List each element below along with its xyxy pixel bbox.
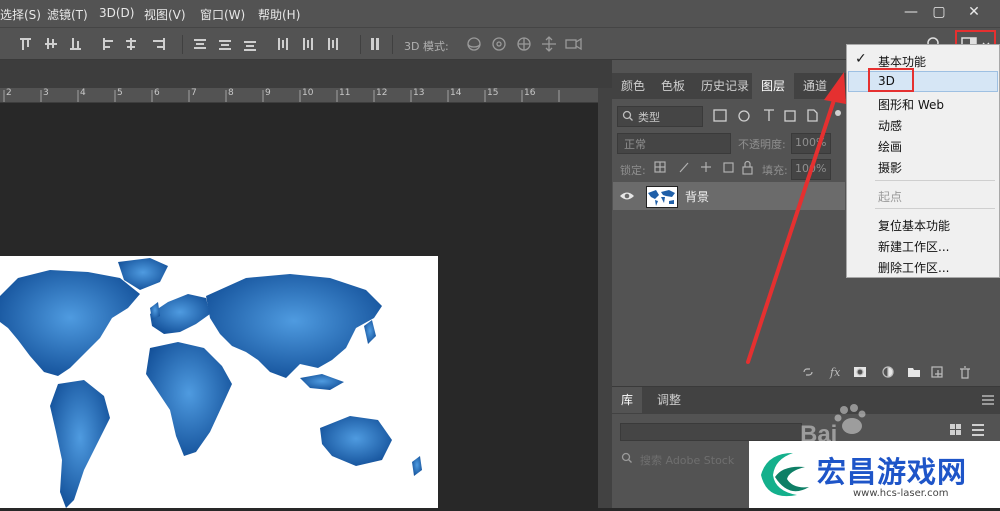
- align-icons[interactable]: [0, 28, 460, 60]
- menu-help[interactable]: 帮助(H): [258, 6, 300, 23]
- checkmark-icon: ✓: [855, 51, 867, 67]
- layer-thumbnail: [646, 186, 678, 208]
- view-toggle-icons[interactable]: [948, 422, 988, 438]
- ruler-label: 7: [191, 88, 197, 98]
- eye-icon[interactable]: [619, 190, 635, 202]
- tab-libraries[interactable]: 库: [612, 387, 643, 413]
- menu-select[interactable]: 选择(S): [0, 6, 41, 23]
- blend-mode-select[interactable]: 正常: [617, 133, 731, 154]
- search-icon: [621, 452, 632, 463]
- close-icon[interactable]: ✕: [961, 2, 987, 22]
- ruler-label: 6: [154, 88, 160, 98]
- menu-window[interactable]: 窗口(W): [200, 6, 245, 23]
- world-map-image: [0, 258, 422, 508]
- ruler-label: 5: [117, 88, 123, 98]
- minimize-icon[interactable]: —: [898, 2, 924, 22]
- menu-item-delete-workspace[interactable]: 删除工作区...: [878, 259, 949, 276]
- menu-3d-highlight-box: [868, 68, 914, 92]
- tab-adjustments[interactable]: 调整: [648, 387, 690, 413]
- separator: [182, 35, 183, 54]
- menu-item-graphic-web[interactable]: 图形和 Web: [878, 96, 944, 113]
- lock-icons[interactable]: [654, 160, 754, 176]
- menu-item-motion[interactable]: 动感: [878, 117, 902, 134]
- menu-item-new-workspace[interactable]: 新建工作区...: [878, 238, 949, 255]
- baidu-watermark: Bai: [800, 404, 940, 448]
- menubar: 选择(S) 滤镜(T) 3D(D) 视图(V) 窗口(W) 帮助(H) — ▢ …: [0, 0, 1000, 27]
- stock-search-input[interactable]: 搜索 Adobe Stock: [640, 452, 734, 468]
- site-logo-icon: [761, 453, 809, 497]
- ruler-label: 12: [376, 88, 388, 98]
- layer-thumbnail-map: [648, 190, 675, 206]
- layer-filter-select[interactable]: 类型: [617, 106, 703, 127]
- ruler-label: 15: [487, 88, 499, 98]
- ruler-label: 4: [80, 88, 86, 98]
- tab-swatches[interactable]: 色板: [652, 73, 694, 99]
- search-icon: [622, 110, 633, 121]
- layer-name: 背景: [685, 190, 710, 204]
- ruler-label: 3: [43, 88, 49, 98]
- site-url: www.hcs-laser.com: [853, 488, 949, 499]
- document-tab-strip: [0, 60, 612, 88]
- menu-item-reset[interactable]: 复位基本功能: [878, 217, 950, 234]
- separator: [392, 35, 393, 54]
- 3d-mode-label: 3D 模式:: [404, 40, 449, 53]
- ruler-label: 2: [6, 88, 12, 98]
- ruler-label: 10: [302, 88, 314, 98]
- lock-label: 锁定:: [620, 164, 646, 177]
- menu-item-start: 起点: [878, 190, 903, 204]
- menu-separator: [875, 180, 995, 181]
- separator: [360, 35, 361, 54]
- ruler-label: 16: [524, 88, 536, 98]
- horizontal-ruler: 2 3 4 5 6 7 8 9 10 11 12 13 14 15 16: [0, 88, 600, 103]
- ruler-label: 13: [413, 88, 425, 98]
- document-image[interactable]: [0, 256, 438, 508]
- menu-view[interactable]: 视图(V): [144, 6, 186, 23]
- menu-item-painting[interactable]: 绘画: [878, 138, 902, 155]
- site-watermark: 宏昌游戏网 www.hcs-laser.com: [749, 441, 1000, 508]
- library-select[interactable]: [620, 423, 802, 441]
- layer-filter-label: 类型: [638, 111, 660, 124]
- menu-separator: [875, 208, 995, 209]
- ruler-label: 11: [339, 88, 351, 98]
- menu-filter[interactable]: 滤镜(T): [47, 6, 88, 23]
- annotation-arrow: [746, 72, 846, 364]
- baidu-logo-icon: Bai: [800, 404, 866, 448]
- menu-3d[interactable]: 3D(D): [99, 6, 134, 20]
- restore-icon[interactable]: ▢: [926, 2, 952, 22]
- tab-color[interactable]: 颜色: [612, 73, 654, 99]
- ruler-label: 8: [228, 88, 234, 98]
- 3d-mode-icons[interactable]: [462, 32, 587, 56]
- site-title: 宏昌游戏网: [817, 455, 968, 489]
- panel-menu-icon[interactable]: [982, 395, 994, 405]
- ruler-label: 14: [450, 88, 462, 98]
- ruler-ticks: [3, 90, 560, 102]
- blend-mode-value: 正常: [624, 138, 646, 151]
- ruler-label: 9: [265, 88, 271, 98]
- menu-item-photography[interactable]: 摄影: [878, 159, 902, 176]
- canvas-scrollbar[interactable]: [598, 88, 612, 508]
